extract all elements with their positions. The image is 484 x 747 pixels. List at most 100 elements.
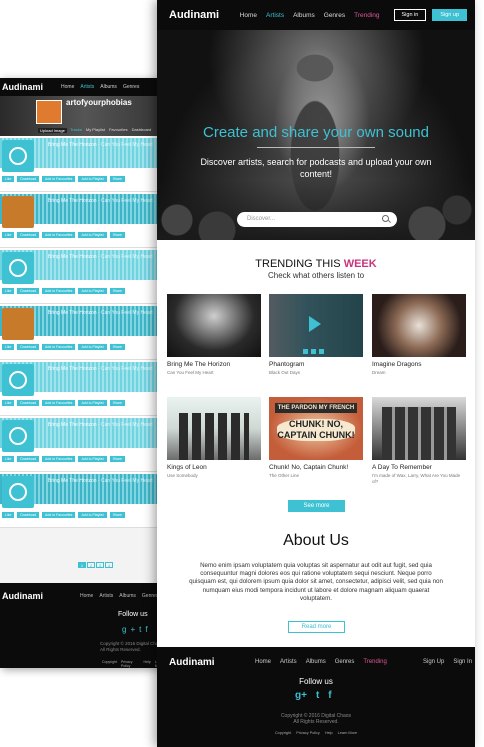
download-button[interactable]: Download [17,400,39,406]
footer-link-albums[interactable]: Albums [306,659,326,665]
nav-home[interactable]: Home [240,12,257,19]
profile-tab-playlist[interactable]: My Playlist [86,127,105,132]
like-button[interactable]: Like [2,400,15,406]
like-button[interactable]: Like [2,176,15,182]
search-icon[interactable] [382,215,389,222]
facebook-icon[interactable]: f [328,690,331,701]
trending-card[interactable]: Kings of Leon Use Somebody [167,397,261,479]
trending-card[interactable]: Phantogram Black Out Days [269,294,363,376]
trending-card[interactable]: THE PARDON MY FRENCH CHUNK! NO, CAPTAIN … [269,397,363,479]
download-button[interactable]: Download [17,232,39,238]
share-button[interactable]: Share [109,176,125,182]
like-button[interactable]: Like [2,232,15,238]
like-button[interactable]: Like [2,344,15,350]
profile-nav-albums[interactable]: Albums [100,84,117,90]
read-more-button[interactable]: Read more [288,621,345,633]
play-icon[interactable] [309,316,321,332]
nav-albums[interactable]: Albums [293,12,315,19]
album-thumbnail[interactable] [372,294,466,357]
search-input[interactable]: Discover... [237,212,397,227]
add-favourites-button[interactable]: Add to Favourites [42,400,76,406]
trending-card[interactable]: Imagine Dragons Dream [372,294,466,376]
profile-avatar[interactable] [36,100,62,124]
download-button[interactable]: Download [17,176,39,182]
card-artist[interactable]: Chunk! No, Captain Chunk! [269,464,363,471]
footer-logo[interactable]: Audinami [169,657,215,668]
nav-genres[interactable]: Genres [324,12,345,19]
profile-footer-link[interactable]: Home [80,593,93,599]
download-button[interactable]: Download [17,344,39,350]
add-playlist-button[interactable]: Add to Playlist [78,176,107,182]
card-artist[interactable]: Kings of Leon [167,464,261,471]
profile-footer-link[interactable]: Artists [99,593,113,599]
profile-tab-tracks[interactable]: Tracks [70,127,82,132]
add-playlist-button[interactable]: Add to Playlist [78,456,107,462]
add-favourites-button[interactable]: Add to Favourites [42,344,76,350]
profile-tab-dashboard[interactable]: Dashboard [132,127,152,132]
legal-link-help[interactable]: Help [325,731,333,735]
footer-signin-link[interactable]: Sign In [453,659,472,665]
legal-link-learn-more[interactable]: Learn More [338,731,357,735]
page-button[interactable]: 4 [105,562,113,568]
download-button[interactable]: Download [17,288,39,294]
add-favourites-button[interactable]: Add to Favourites [42,288,76,294]
footer-signup-link[interactable]: Sign Up [423,659,444,665]
share-button[interactable]: Share [109,288,125,294]
profile-nav-artists[interactable]: Artists [80,84,94,90]
twitter-icon[interactable]: t [316,690,319,701]
trending-card[interactable]: A Day To Remember I'm made of Wax, Larry… [372,397,466,484]
heart-icon[interactable] [303,349,308,354]
add-favourites-button[interactable]: Add to Favourites [42,512,76,518]
nav-trending[interactable]: Trending [354,12,379,19]
page-button[interactable]: 1 [78,562,86,568]
legal-link[interactable]: Copyright [102,660,117,668]
footer-link-trending[interactable]: Trending [363,659,386,665]
add-playlist-button[interactable]: Add to Playlist [78,400,107,406]
share-button[interactable]: Share [109,400,125,406]
share-button[interactable]: Share [109,344,125,350]
share-button[interactable]: Share [109,232,125,238]
legal-link-privacy[interactable]: Privacy Policy [296,731,320,735]
card-artist[interactable]: Phantogram [269,361,363,368]
profile-footer-link[interactable]: Albums [119,593,136,599]
trending-card[interactable]: Bring Me The Horizon Can You Feel My Hea… [167,294,261,376]
add-favourites-button[interactable]: Add to Favourites [42,176,76,182]
signin-button[interactable]: Sign in [393,9,427,21]
google-plus-icon[interactable]: g+ [122,625,139,634]
profile-footer-link[interactable]: Genres [142,593,158,599]
footer-link-genres[interactable]: Genres [335,659,355,665]
logo[interactable]: Audinami [169,9,219,21]
like-button[interactable]: Like [2,288,15,294]
share-button[interactable]: Share [109,456,125,462]
nav-artists[interactable]: Artists [266,12,284,19]
google-plus-icon[interactable]: g+ [295,690,307,701]
add-favourites-button[interactable]: Add to Favourites [42,232,76,238]
signup-button[interactable]: Sign up [432,9,467,21]
card-artist[interactable]: A Day To Remember [372,464,466,471]
like-button[interactable]: Like [2,456,15,462]
card-artist[interactable]: Bring Me The Horizon [167,361,261,368]
like-button[interactable]: Like [2,512,15,518]
profile-logo[interactable]: Audinami [2,82,43,92]
profile-nav-genres[interactable]: Genres [123,84,139,90]
card-artist[interactable]: Imagine Dragons [372,361,466,368]
add-playlist-button[interactable]: Add to Playlist [78,512,107,518]
album-thumbnail[interactable]: THE PARDON MY FRENCH CHUNK! NO, CAPTAIN … [269,397,363,460]
album-thumbnail[interactable] [372,397,466,460]
page-button[interactable]: 3 [96,562,104,568]
add-favourites-button[interactable]: Add to Favourites [42,456,76,462]
see-more-button[interactable]: See more [288,500,345,512]
add-playlist-button[interactable]: Add to Playlist [78,344,107,350]
upload-image-badge[interactable]: Upload Image [38,128,67,133]
profile-nav-home[interactable]: Home [61,84,74,90]
profile-footer-logo[interactable]: Audinami [2,591,43,601]
share-button[interactable]: Share [109,512,125,518]
album-thumbnail[interactable] [269,294,363,357]
add-playlist-button[interactable]: Add to Playlist [78,288,107,294]
page-button[interactable]: 2 [87,562,95,568]
share-icon[interactable] [319,349,324,354]
legal-link[interactable]: Help [144,660,151,668]
legal-link-copyright[interactable]: Copyright [275,731,291,735]
playlist-icon[interactable] [311,349,316,354]
download-button[interactable]: Download [17,456,39,462]
